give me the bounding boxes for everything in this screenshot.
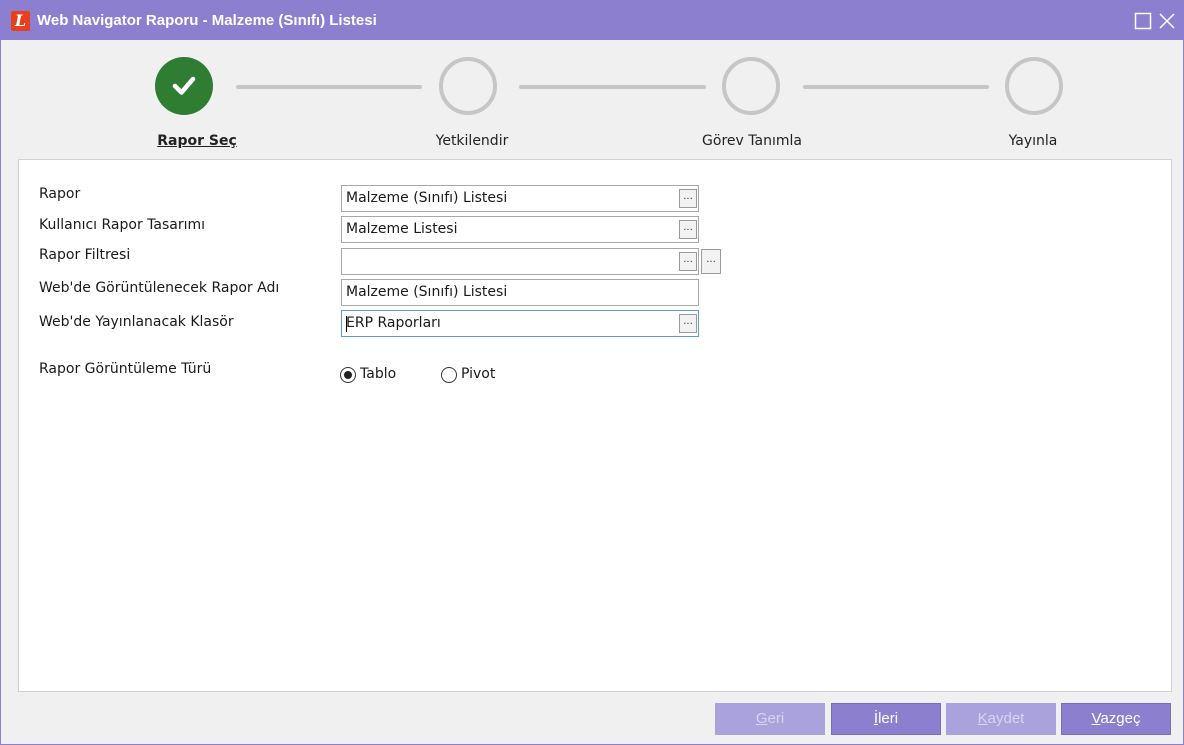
klasor-label: Web'de Yayınlanacak Klasör xyxy=(39,314,234,330)
klasor-browse-button[interactable]: ... xyxy=(679,314,697,333)
rapor-browse-button[interactable]: ... xyxy=(679,189,697,208)
back-button-mnemonic: G xyxy=(755,710,768,727)
klasor-value: ERP Raporları xyxy=(346,315,441,331)
form-panel: Rapor Malzeme (Sınıfı) Listesi ... Kulla… xyxy=(18,159,1172,692)
pivot-radio-label[interactable]: Pivot xyxy=(461,366,495,382)
next-button-label: leri xyxy=(878,710,899,727)
back-button[interactable]: Geri xyxy=(715,703,825,735)
tasarim-value: Malzeme Listesi xyxy=(346,221,458,237)
step-connector xyxy=(519,85,706,89)
window-title: Web Navigator Raporu - Malzeme (Sınıfı) … xyxy=(37,12,377,29)
step-label-yayinla[interactable]: Yayınla xyxy=(953,133,1113,149)
rapor-value: Malzeme (Sınıfı) Listesi xyxy=(346,190,508,206)
wizard-steps: Rapor Seç Yetkilendir Görev Tanımla Yayı… xyxy=(1,41,1183,159)
step-connector xyxy=(236,85,422,89)
step-4-indicator xyxy=(1005,57,1063,115)
back-button-label: eri xyxy=(767,710,785,727)
tablo-radio[interactable] xyxy=(340,367,356,383)
step-label-rapor-sec[interactable]: Rapor Seç xyxy=(117,133,277,149)
klasor-field[interactable]: ERP Raporları ... xyxy=(341,310,699,337)
step-3-indicator xyxy=(722,57,780,115)
wizard-window: L Web Navigator Raporu - Malzeme (Sınıfı… xyxy=(0,0,1184,745)
step-label-gorev-tanimla[interactable]: Görev Tanımla xyxy=(672,133,832,149)
step-1-done-indicator xyxy=(155,57,213,115)
title-bar: L Web Navigator Raporu - Malzeme (Sınıfı… xyxy=(1,1,1183,40)
save-button-label: aydet xyxy=(987,710,1025,727)
close-icon[interactable] xyxy=(1158,12,1176,30)
filtre-label: Rapor Filtresi xyxy=(39,247,131,263)
cancel-button-label: azgeç xyxy=(1100,710,1141,727)
step-2-indicator xyxy=(439,57,497,115)
rapor-label: Rapor xyxy=(39,186,81,202)
step-connector xyxy=(803,85,989,89)
save-button-mnemonic: K xyxy=(977,710,988,727)
next-button[interactable]: İleri xyxy=(831,703,941,735)
rapor-field[interactable]: Malzeme (Sınıfı) Listesi ... xyxy=(341,185,699,212)
tasarim-browse-button[interactable]: ... xyxy=(679,220,697,239)
rapor-adi-value: Malzeme (Sınıfı) Listesi xyxy=(346,284,508,300)
tasarim-label: Kullanıcı Rapor Tasarımı xyxy=(39,217,206,233)
goruntuleme-label: Rapor Görüntüleme Türü xyxy=(39,361,212,377)
pivot-radio[interactable] xyxy=(441,367,457,383)
tasarim-field[interactable]: Malzeme Listesi ... xyxy=(341,216,699,243)
rapor-adi-label: Web'de Görüntülenecek Rapor Adı xyxy=(39,280,280,296)
app-logo: L xyxy=(11,11,30,31)
step-label-yetkilendir[interactable]: Yetkilendir xyxy=(392,133,552,149)
cancel-button[interactable]: Vazgeç xyxy=(1061,703,1171,735)
rapor-adi-input[interactable]: Malzeme (Sınıfı) Listesi xyxy=(341,279,699,306)
filtre-field[interactable]: ... xyxy=(341,248,699,275)
save-button[interactable]: Kaydet xyxy=(946,703,1056,735)
filtre-browse-button[interactable]: ... xyxy=(679,252,697,271)
check-icon xyxy=(172,76,196,95)
maximize-icon[interactable] xyxy=(1134,12,1152,30)
filtre-extra-button[interactable]: ... xyxy=(701,249,721,274)
tablo-radio-label[interactable]: Tablo xyxy=(360,366,396,382)
